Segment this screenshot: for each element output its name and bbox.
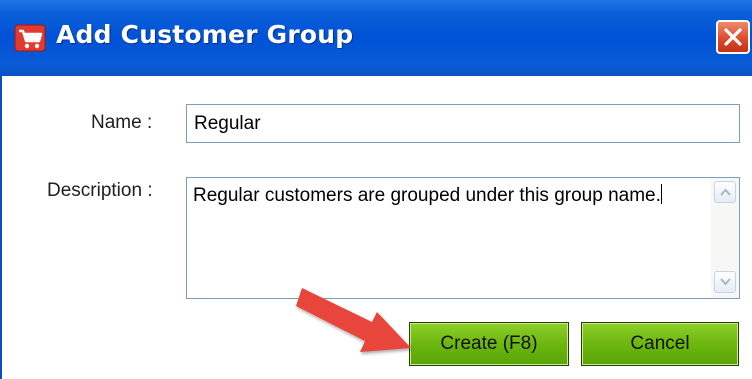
description-textarea[interactable]: Regular customers are grouped under this…: [186, 177, 740, 299]
create-button[interactable]: Create (F8): [409, 322, 569, 366]
window-title: Add Customer Group: [56, 20, 354, 49]
close-icon: [724, 28, 742, 46]
description-text: Regular customers are grouped under this…: [193, 184, 662, 206]
vertical-scrollbar[interactable]: [711, 178, 739, 298]
close-button[interactable]: [716, 20, 750, 54]
window-border: [0, 76, 2, 379]
name-label: Name :: [91, 112, 153, 133]
scroll-up-button[interactable]: [714, 181, 736, 203]
chevron-up-icon: [720, 188, 731, 196]
chevron-down-icon: [720, 278, 731, 286]
add-customer-group-dialog: Add Customer Group Name : Description : …: [0, 0, 752, 379]
name-input[interactable]: [186, 104, 740, 143]
description-label: Description :: [47, 180, 153, 201]
title-bar[interactable]: Add Customer Group: [0, 0, 752, 76]
scroll-down-button[interactable]: [714, 271, 736, 293]
cancel-button[interactable]: Cancel: [581, 322, 739, 366]
text-caret: [660, 184, 662, 204]
shopping-cart-icon: [14, 22, 46, 54]
